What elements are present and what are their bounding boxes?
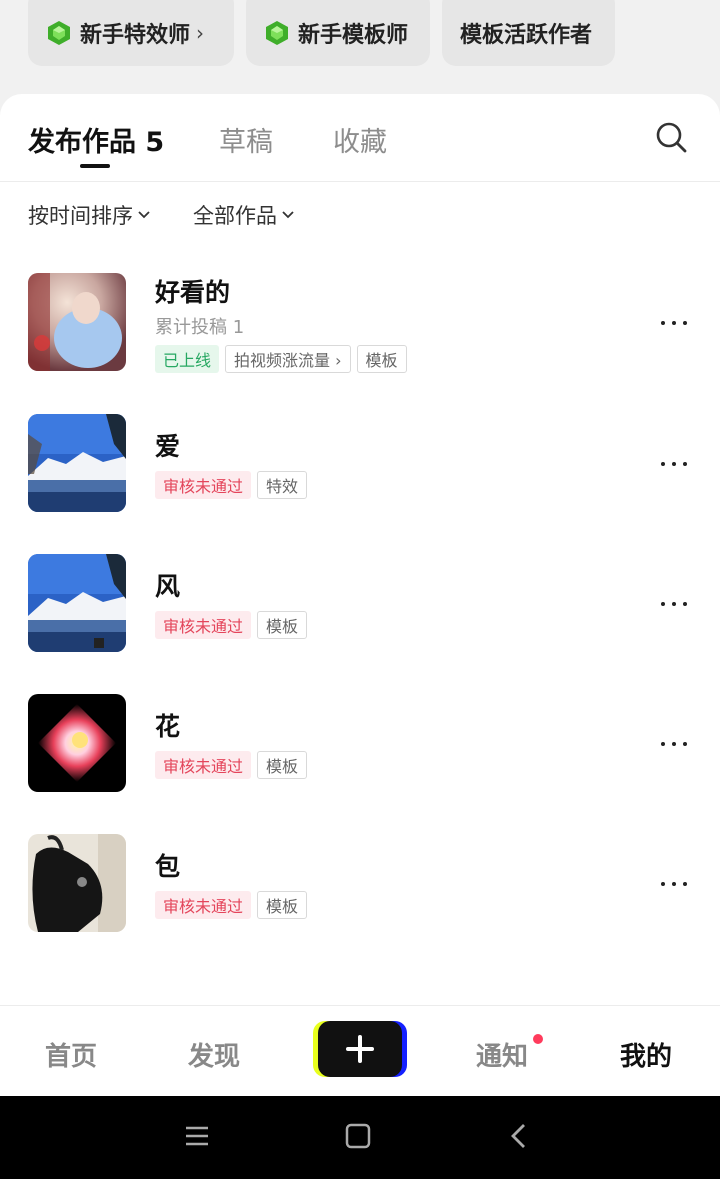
list-item[interactable]: 风 审核未通过 模板 bbox=[0, 554, 720, 654]
work-title: 包 bbox=[155, 852, 181, 881]
gem-icon bbox=[266, 21, 288, 45]
status-badge: 审核未通过 bbox=[155, 611, 252, 639]
type-badge: 模板 bbox=[356, 345, 407, 373]
tag-row: 审核未通过 模板 bbox=[155, 751, 308, 779]
list-item[interactable]: 好看的 累计投稿 1 已上线 拍视频涨流量 › 模板 bbox=[0, 273, 720, 373]
badge-row: 新手特效师 › 新手模板师 模板活跃作者 bbox=[0, 0, 720, 66]
list-item[interactable]: 包 审核未通过 模板 bbox=[0, 834, 720, 934]
work-title: 风 bbox=[155, 572, 181, 601]
work-thumbnail bbox=[28, 834, 126, 932]
badge-active-author[interactable]: 模板活跃作者 bbox=[442, 0, 615, 66]
work-title: 花 bbox=[155, 712, 181, 741]
list-item[interactable]: 爱 审核未通过 特效 bbox=[0, 414, 720, 514]
nav-mine[interactable]: 我的 bbox=[620, 1036, 672, 1073]
more-icon[interactable] bbox=[660, 319, 690, 327]
more-icon[interactable] bbox=[660, 600, 690, 608]
filter-bar: 按时间排序 全部作品 bbox=[0, 200, 720, 232]
work-thumbnail bbox=[28, 273, 126, 371]
more-icon[interactable] bbox=[660, 880, 690, 888]
work-title: 爱 bbox=[155, 432, 181, 461]
tab-published[interactable]: 发布作品 5 bbox=[28, 120, 164, 159]
home-icon[interactable] bbox=[343, 1121, 373, 1151]
tag-row: 审核未通过 模板 bbox=[155, 891, 308, 919]
badge-label: 模板活跃作者 bbox=[460, 23, 593, 48]
type-badge: 特效 bbox=[257, 471, 308, 499]
tab-favorites[interactable]: 收藏 bbox=[333, 120, 387, 159]
bottom-nav: 首页 发现 通知 我的 bbox=[0, 1005, 720, 1096]
unread-dot bbox=[533, 1034, 543, 1044]
more-icon[interactable] bbox=[660, 740, 690, 748]
chevron-down-icon bbox=[138, 211, 150, 219]
gem-icon bbox=[48, 21, 70, 45]
sort-label: 按时间排序 bbox=[28, 204, 133, 228]
status-badge: 已上线 bbox=[155, 345, 220, 373]
tab-drafts[interactable]: 草稿 bbox=[219, 120, 273, 159]
scope-label: 全部作品 bbox=[193, 204, 277, 228]
type-badge: 模板 bbox=[257, 751, 308, 779]
boost-traffic-link[interactable]: 拍视频涨流量 › bbox=[225, 345, 351, 373]
chevron-right-icon: › bbox=[196, 21, 205, 45]
type-badge: 模板 bbox=[257, 891, 308, 919]
badge-label: 新手模板师 bbox=[298, 23, 409, 48]
badge-template-creator[interactable]: 新手模板师 bbox=[246, 0, 430, 66]
status-badge: 审核未通过 bbox=[155, 891, 252, 919]
active-tab-indicator bbox=[80, 164, 110, 168]
list-item[interactable]: 花 审核未通过 模板 bbox=[0, 694, 720, 794]
more-icon[interactable] bbox=[660, 460, 690, 468]
menu-icon[interactable] bbox=[182, 1121, 212, 1151]
tag-row: 审核未通过 特效 bbox=[155, 471, 308, 499]
work-title: 好看的 bbox=[155, 278, 231, 307]
tag-row: 已上线 拍视频涨流量 › 模板 bbox=[155, 345, 407, 373]
sort-dropdown[interactable]: 按时间排序 bbox=[28, 200, 151, 230]
work-thumbnail bbox=[28, 694, 126, 792]
chevron-down-icon bbox=[282, 211, 294, 219]
system-nav-bar bbox=[0, 1096, 720, 1179]
works-panel: 发布作品 5 草稿 收藏 按时间排序 全部作品 好看的 累计投稿 1 已上线 拍… bbox=[0, 94, 720, 1005]
nav-home[interactable]: 首页 bbox=[45, 1036, 97, 1073]
status-badge: 审核未通过 bbox=[155, 471, 252, 499]
work-thumbnail bbox=[28, 414, 126, 512]
nav-discover[interactable]: 发现 bbox=[188, 1036, 240, 1073]
create-button[interactable] bbox=[318, 1021, 402, 1077]
tab-bar: 发布作品 5 草稿 收藏 bbox=[0, 94, 720, 182]
scope-dropdown[interactable]: 全部作品 bbox=[193, 200, 295, 230]
status-badge: 审核未通过 bbox=[155, 751, 252, 779]
search-icon[interactable] bbox=[654, 120, 688, 154]
plus-icon bbox=[346, 1035, 374, 1063]
work-thumbnail bbox=[28, 554, 126, 652]
nav-notify[interactable]: 通知 bbox=[476, 1036, 528, 1073]
type-badge: 模板 bbox=[257, 611, 308, 639]
submission-count: 累计投稿 1 bbox=[155, 317, 245, 338]
back-icon[interactable] bbox=[504, 1121, 534, 1151]
tag-row: 审核未通过 模板 bbox=[155, 611, 308, 639]
badge-effect-creator[interactable]: 新手特效师 › bbox=[28, 0, 234, 66]
badge-label: 新手特效师 bbox=[80, 23, 191, 48]
